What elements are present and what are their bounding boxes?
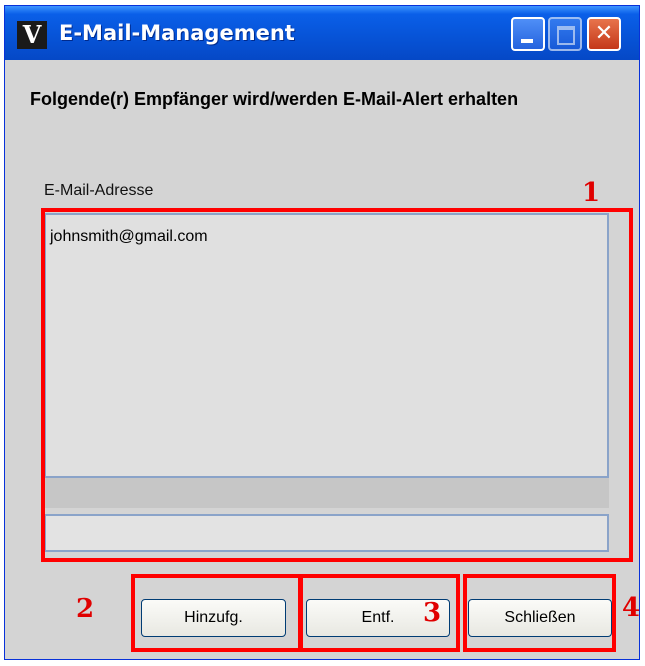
annotation-box-add [131,574,302,652]
minimize-button[interactable] [511,17,545,51]
window-title: E-Mail-Management [59,21,295,45]
annotation-box-list [41,208,633,562]
maximize-button [548,17,582,51]
annotation-number-3: 3 [423,598,442,628]
annotation-number-1: 1 [582,178,601,208]
annotation-number-4: 4 [622,593,641,623]
email-address-label: E-Mail-Adresse [44,182,154,199]
close-icon: ✕ [594,21,614,46]
instruction-heading: Folgende(r) Empfänger wird/werden E-Mail… [30,89,519,109]
app-logo-icon: V [17,21,47,49]
close-window-button[interactable]: ✕ [587,17,621,51]
annotation-box-close [463,574,616,652]
title-bar[interactable]: V E-Mail-Management ✕ [5,6,639,60]
annotation-number-2: 2 [76,594,95,624]
